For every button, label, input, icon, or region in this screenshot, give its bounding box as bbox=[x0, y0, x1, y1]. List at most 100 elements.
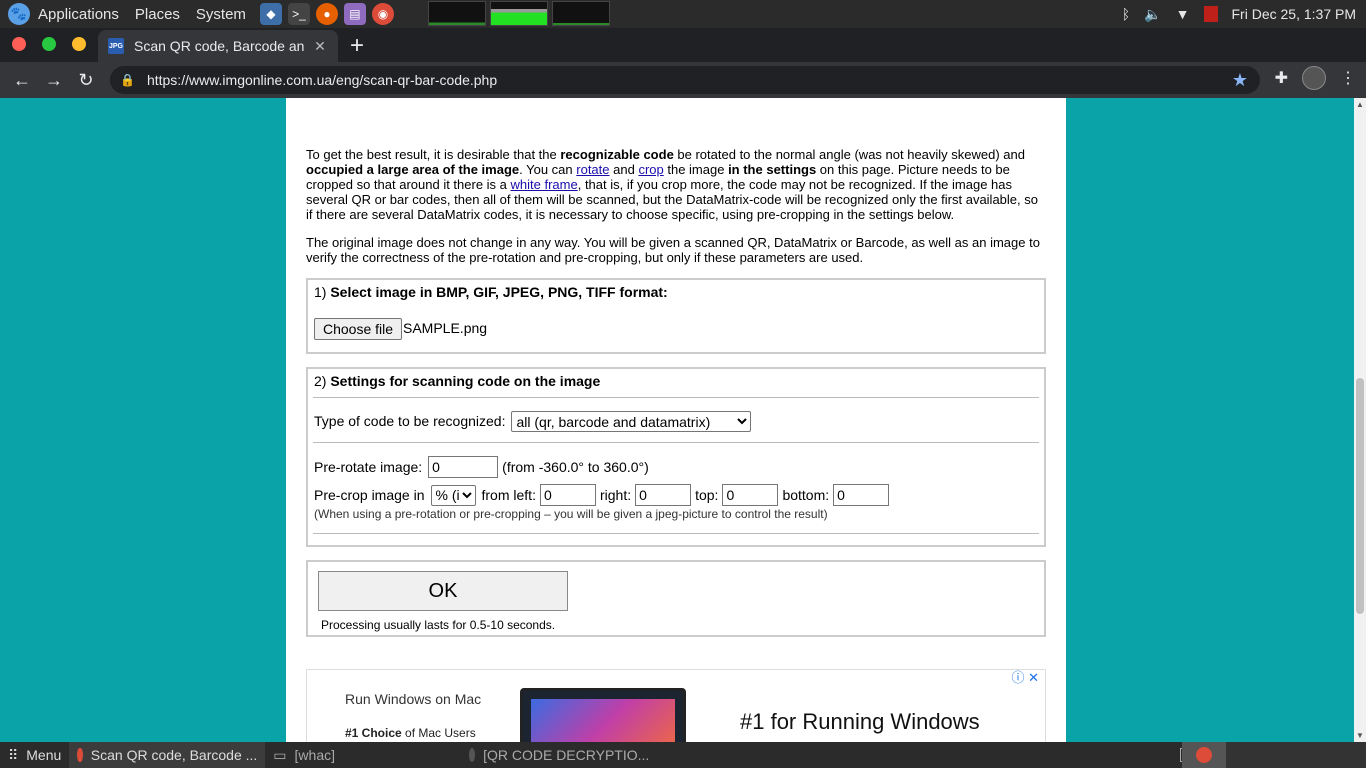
bottom-label: bottom: bbox=[782, 486, 830, 503]
scrollbar-thumb[interactable] bbox=[1356, 378, 1364, 614]
prerotate-input[interactable] bbox=[428, 456, 499, 478]
menu-system[interactable]: System bbox=[196, 6, 246, 23]
page-scrollbar[interactable]: ▲ ▼ bbox=[1354, 98, 1366, 742]
browser-menu-icon[interactable]: ⋮ bbox=[1340, 68, 1356, 88]
ad-subtitle-bold: #1 Choice bbox=[345, 726, 402, 740]
ad-choices-close-icon[interactable]: ⓘ ✕ bbox=[1011, 670, 1039, 685]
address-bar[interactable]: 🔒 https://www.imgonline.com.ua/eng/scan-… bbox=[110, 66, 1260, 94]
bluetooth-icon[interactable]: ᛒ bbox=[1122, 6, 1130, 22]
processing-note: Processing usually lasts for 0.5-10 seco… bbox=[321, 618, 556, 632]
text: be rotated to the normal angle (was not … bbox=[673, 147, 1025, 162]
os-top-panel: 🐾 Applications Places System ◆ >_ ● ▤ ◉ … bbox=[0, 0, 1366, 28]
terminal-icon bbox=[469, 748, 476, 762]
chrome-icon bbox=[1196, 747, 1212, 763]
workspace-area[interactable] bbox=[1226, 742, 1366, 768]
volume-icon[interactable]: 🔈 bbox=[1144, 6, 1161, 23]
taskbar-menu-button[interactable]: ⠿ Menu bbox=[0, 742, 69, 768]
grid-menu-icon: ⠿ bbox=[8, 746, 18, 763]
crop-link[interactable]: crop bbox=[638, 162, 663, 177]
precrop-label: Pre-crop image in bbox=[314, 486, 425, 503]
intro-paragraph: To get the best result, it is desirable … bbox=[306, 147, 1046, 222]
bold-text: occupied a large area of the image bbox=[306, 162, 520, 177]
editor-launcher-icon[interactable]: ▤ bbox=[343, 3, 366, 25]
step-number: 1) bbox=[314, 284, 331, 300]
from-left-input[interactable] bbox=[539, 484, 596, 506]
network-monitor-graph bbox=[552, 1, 610, 26]
lock-icon[interactable]: 🔒 bbox=[120, 73, 135, 87]
ad-headline[interactable]: #1 for Running Windows bbox=[740, 711, 980, 733]
text: To get the best result, it is desirable … bbox=[306, 147, 561, 162]
firefox-launcher-icon[interactable]: ● bbox=[315, 3, 338, 25]
wifi-icon[interactable]: ▼ bbox=[1176, 6, 1190, 22]
precrop-row: Pre-crop image in % (i from left: right:… bbox=[314, 484, 890, 506]
divider bbox=[313, 397, 1039, 398]
code-type-row: Type of code to be recognized: all (qr, … bbox=[314, 411, 752, 432]
url-text[interactable]: https://www.imgonline.com.ua/eng/scan-qr… bbox=[147, 72, 497, 88]
white-frame-link[interactable]: white frame bbox=[511, 177, 578, 192]
prerotate-range: (from -360.0° to 360.0°) bbox=[502, 458, 649, 475]
maximize-window-button[interactable] bbox=[42, 37, 56, 51]
new-tab-button[interactable]: + bbox=[350, 32, 364, 60]
workspace-1[interactable] bbox=[1182, 742, 1226, 768]
taskbar-item-folder[interactable]: ▭ [whac] bbox=[265, 742, 461, 768]
taskbar-item-label: Scan QR code, Barcode ... bbox=[90, 747, 258, 763]
prerotate-label: Pre-rotate image: bbox=[314, 458, 423, 475]
chrome-launcher-icon[interactable]: ◉ bbox=[371, 3, 394, 25]
taskbar-item-label: [whac] bbox=[294, 747, 335, 763]
bottom-input[interactable] bbox=[833, 484, 890, 506]
forward-arrow-icon[interactable]: → bbox=[38, 64, 70, 96]
tab-close-icon[interactable]: ✕ bbox=[312, 38, 328, 55]
prerotate-row: Pre-rotate image: (from -360.0° to 360.0… bbox=[314, 456, 649, 478]
taskbar-item-terminal[interactable]: [QR CODE DECRYPTIO... bbox=[461, 742, 657, 768]
top-input[interactable] bbox=[722, 484, 779, 506]
taskbar-item-label: [QR CODE DECRYPTIO... bbox=[483, 747, 650, 763]
ad-subtitle-rest: of Mac Users bbox=[401, 726, 476, 740]
applications-logo-icon[interactable]: 🐾 bbox=[8, 3, 30, 25]
terminal-launcher-icon[interactable]: >_ bbox=[287, 3, 310, 25]
precrop-unit-select[interactable]: % (i bbox=[430, 484, 476, 506]
ad-laptop-image[interactable] bbox=[520, 688, 686, 742]
choose-file-button[interactable]: Choose file bbox=[314, 318, 403, 340]
tab-active[interactable]: JPG Scan QR code, Barcode an ✕ bbox=[98, 30, 338, 62]
text: the image bbox=[663, 162, 729, 177]
bold-text: recognizable code bbox=[560, 147, 674, 162]
folder-icon: ▭ bbox=[273, 746, 287, 763]
cpu-monitor-graph bbox=[428, 1, 486, 26]
profile-avatar[interactable] bbox=[1302, 66, 1326, 90]
divider bbox=[313, 442, 1039, 443]
taskbar-menu-label: Menu bbox=[26, 747, 62, 763]
taskbar-item-browser[interactable]: Scan QR code, Barcode ... bbox=[69, 742, 266, 768]
step2-heading: 2) Settings for scanning code on the ima… bbox=[314, 374, 600, 389]
bold-text: in the settings bbox=[728, 162, 817, 177]
page-viewport: To get the best result, it is desirable … bbox=[0, 98, 1354, 742]
scroll-down-arrow-icon[interactable]: ▼ bbox=[1356, 731, 1364, 740]
text: . You can bbox=[519, 162, 577, 177]
right-input[interactable] bbox=[635, 484, 692, 506]
top-label: top: bbox=[695, 486, 719, 503]
ad-subtitle[interactable]: #1 Choice of Mac Users bbox=[345, 726, 476, 741]
rotate-link[interactable]: rotate bbox=[576, 162, 609, 177]
laptop-screen bbox=[531, 699, 675, 742]
step-number: 2) bbox=[314, 373, 331, 389]
battery-icon[interactable] bbox=[1203, 6, 1218, 22]
ad-title[interactable]: Run Windows on Mac bbox=[345, 692, 481, 707]
advertisement-banner[interactable]: Run Windows on Mac #1 Choice of Mac User… bbox=[306, 669, 1046, 742]
info-paragraph: The original image does not change in an… bbox=[306, 235, 1040, 265]
menu-applications[interactable]: Applications bbox=[38, 6, 119, 23]
os-taskbar: ⠿ Menu Scan QR code, Barcode ... ▭ [whac… bbox=[0, 742, 1366, 768]
text: and bbox=[609, 162, 639, 177]
bookmark-star-icon[interactable]: ★ bbox=[1232, 70, 1248, 91]
close-window-button[interactable] bbox=[12, 37, 26, 51]
page-content: To get the best result, it is desirable … bbox=[286, 98, 1066, 742]
back-arrow-icon[interactable]: ← bbox=[6, 64, 38, 96]
code-type-select[interactable]: all (qr, barcode and datamatrix) bbox=[511, 411, 752, 432]
minimize-window-button[interactable] bbox=[72, 37, 86, 51]
ok-button[interactable]: OK bbox=[318, 571, 568, 611]
step1-heading: 1) Select image in BMP, GIF, JPEG, PNG, … bbox=[314, 285, 668, 300]
reload-icon[interactable]: ↻ bbox=[70, 64, 102, 96]
clock[interactable]: Fri Dec 25, 1:37 PM bbox=[1232, 6, 1357, 22]
network-launcher-icon[interactable]: ◆ bbox=[259, 3, 282, 25]
scroll-up-arrow-icon[interactable]: ▲ bbox=[1356, 100, 1364, 109]
menu-places[interactable]: Places bbox=[135, 6, 180, 23]
extensions-puzzle-icon[interactable]: ✚ bbox=[1275, 68, 1288, 88]
